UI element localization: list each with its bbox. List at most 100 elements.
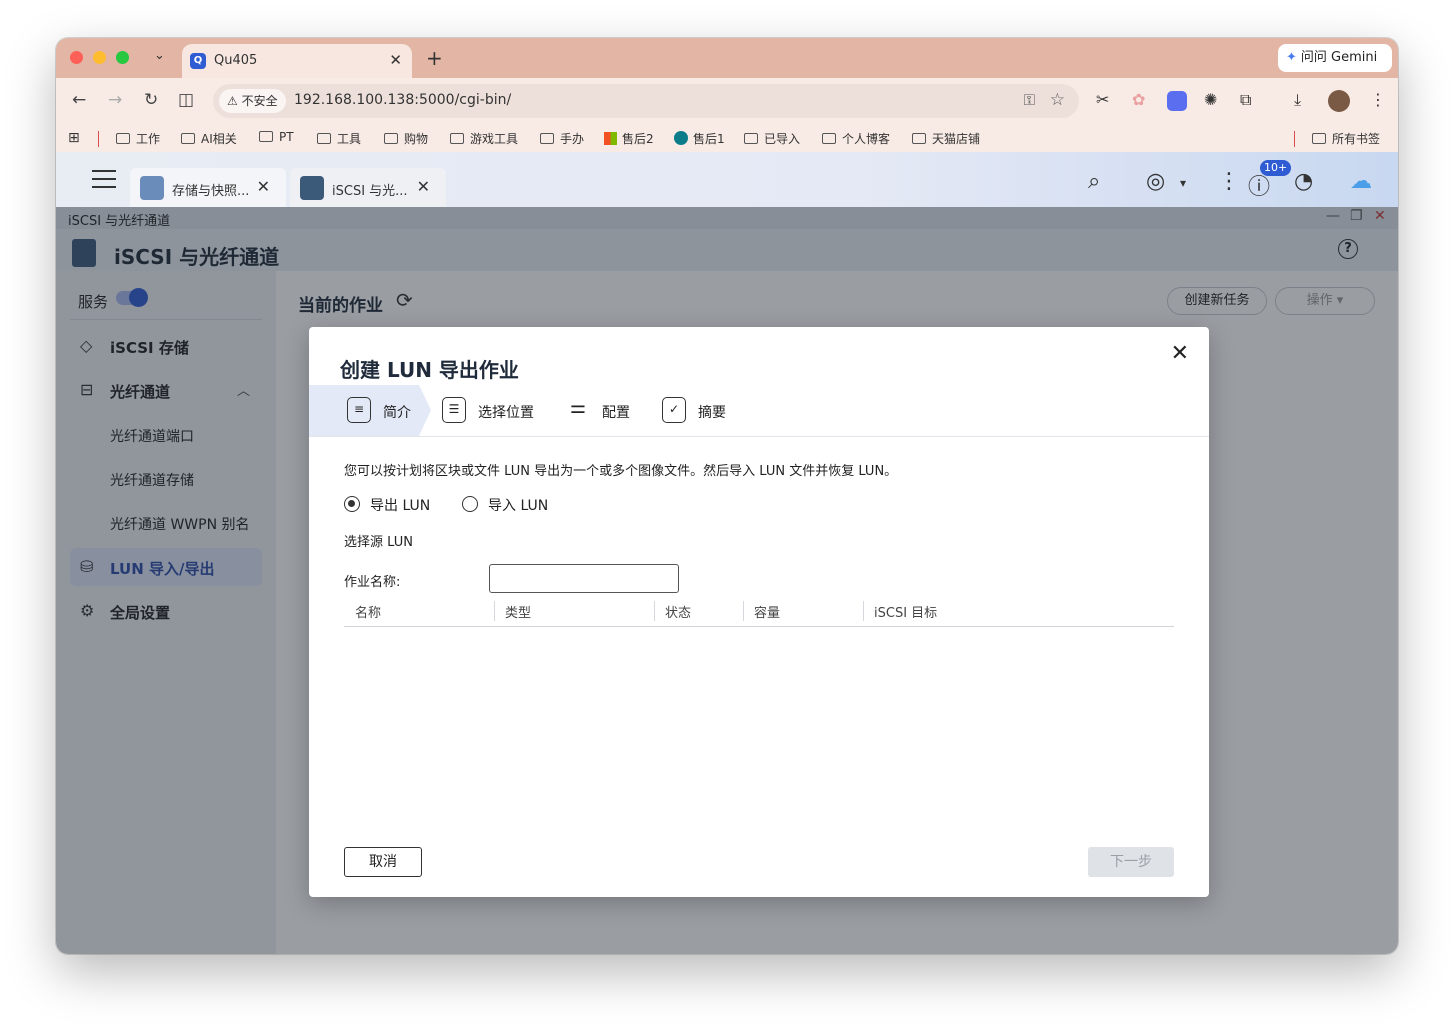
bookmark-folder[interactable]: PT bbox=[259, 130, 294, 144]
active-step-arrow bbox=[419, 385, 431, 436]
download-icon[interactable]: ⤓ bbox=[1294, 90, 1301, 110]
step-label: 简介 bbox=[383, 405, 411, 421]
resource-monitor-icon[interactable]: ◔ bbox=[1294, 169, 1313, 194]
bookmark-label: 游戏工具 bbox=[470, 132, 519, 146]
tab-search-chevron-icon[interactable]: ⌄ bbox=[154, 48, 165, 63]
bookmark-link[interactable]: 售后2 bbox=[604, 130, 654, 147]
chevron-down-icon[interactable]: ▾ bbox=[1180, 176, 1186, 190]
bookmark-link[interactable]: 售后1 bbox=[674, 130, 725, 147]
qnap-topbar: 存储与快照... ✕ iSCSI 与光... ✕ ⌕ ◎ ▾ ⋮ ⓘ 10+ ◔… bbox=[56, 152, 1398, 207]
forward-arrow-icon[interactable]: → bbox=[108, 90, 122, 110]
apps-grid-icon[interactable]: ⊞ bbox=[68, 130, 80, 146]
password-key-icon[interactable]: ⚿ bbox=[1024, 91, 1035, 109]
close-tab-icon[interactable]: ✕ bbox=[389, 51, 402, 69]
dialog-title: 创建 LUN 导出作业 bbox=[340, 358, 519, 382]
close-tab-icon[interactable]: ✕ bbox=[257, 177, 270, 196]
security-label: 不安全 bbox=[241, 94, 278, 108]
more-options-icon[interactable]: ⋮ bbox=[1218, 169, 1240, 194]
folder-icon bbox=[259, 131, 273, 142]
bookmark-folder[interactable]: 工作 bbox=[116, 130, 160, 147]
security-indicator[interactable]: ⚠ 不安全 bbox=[219, 89, 286, 113]
bookmarks-bar: ⊞ 工作 AI相关 PT 工具 购物 游戏工具 手办 售后2 售后1 已导入 个… bbox=[56, 124, 1398, 152]
bookmark-folder[interactable]: 天猫店铺 bbox=[912, 130, 980, 147]
openai-extension-icon[interactable]: ✺ bbox=[1204, 90, 1217, 109]
minimize-window-button[interactable] bbox=[93, 51, 106, 64]
split-view-icon[interactable]: ◫ bbox=[178, 90, 194, 110]
radio-circle[interactable] bbox=[462, 496, 478, 512]
notification-badge: 10+ bbox=[1260, 160, 1292, 176]
extension-icon[interactable]: ✿ bbox=[1132, 90, 1145, 109]
sliders-icon: ⚌ bbox=[569, 397, 587, 418]
storage-app-icon bbox=[140, 176, 164, 200]
next-button[interactable]: 下一步 bbox=[1088, 847, 1174, 877]
search-icon[interactable]: ⌕ bbox=[1088, 169, 1100, 194]
column-divider bbox=[494, 601, 495, 621]
document-icon: ≡ bbox=[347, 397, 371, 423]
bookmark-folder[interactable]: AI相关 bbox=[181, 130, 237, 147]
bookmark-label: PT bbox=[279, 130, 294, 144]
column-header-type[interactable]: 类型 bbox=[505, 602, 531, 621]
extensions-puzzle-icon[interactable]: ⧉ bbox=[1240, 90, 1251, 110]
all-bookmarks-folder[interactable]: 所有书签 bbox=[1312, 130, 1380, 147]
profile-avatar[interactable] bbox=[1328, 90, 1350, 112]
bookmark-folder[interactable]: 购物 bbox=[384, 130, 428, 147]
bookmark-label: 手办 bbox=[560, 132, 585, 146]
close-tab-icon[interactable]: ✕ bbox=[417, 177, 430, 196]
bookmark-label: 已导入 bbox=[764, 132, 801, 146]
user-account-icon[interactable]: ◎ bbox=[1146, 169, 1165, 194]
radio-label: 导入 LUN bbox=[488, 498, 549, 514]
close-window-button[interactable] bbox=[70, 51, 83, 64]
gemini-sparkle-icon: ✦ bbox=[1286, 50, 1297, 65]
bookmark-folder[interactable]: 已导入 bbox=[744, 130, 800, 147]
radio-label: 导出 LUN bbox=[370, 498, 431, 514]
column-header-iscsi-target[interactable]: iSCSI 目标 bbox=[874, 602, 937, 621]
ask-gemini-button[interactable]: ✦ 问问 Gemini bbox=[1278, 44, 1392, 72]
bookmark-star-icon[interactable]: ☆ bbox=[1050, 90, 1065, 110]
address-bar[interactable]: ⚠ 不安全 192.168.100.138:5000/cgi-bin/ ⚿ ☆ bbox=[213, 84, 1079, 118]
folder-icon bbox=[450, 133, 464, 144]
column-header-status[interactable]: 状态 bbox=[665, 602, 691, 621]
bookmarks-divider bbox=[1294, 131, 1295, 147]
qnap-tab-iscsi[interactable]: iSCSI 与光... ✕ bbox=[290, 168, 446, 207]
sharepoint-icon bbox=[674, 131, 688, 145]
clipboard-check-icon: ✓ bbox=[662, 397, 686, 423]
folder-icon bbox=[822, 133, 836, 144]
bookmark-label: 天猫店铺 bbox=[932, 132, 981, 146]
column-header-name[interactable]: 名称 bbox=[355, 602, 381, 621]
bookmark-folder[interactable]: 手办 bbox=[540, 130, 584, 147]
job-name-label: 作业名称: bbox=[344, 575, 401, 590]
bookmark-folder[interactable]: 工具 bbox=[317, 130, 361, 147]
bookmark-folder[interactable]: 个人博客 bbox=[822, 130, 890, 147]
step-label: 摘要 bbox=[698, 405, 726, 421]
screenshot-extension-icon[interactable]: ✂ bbox=[1096, 90, 1109, 109]
column-header-capacity[interactable]: 容量 bbox=[754, 602, 780, 621]
reload-icon[interactable]: ↻ bbox=[144, 90, 158, 110]
folder-icon bbox=[317, 133, 331, 144]
qnap-tab-storage[interactable]: 存储与快照... ✕ bbox=[130, 168, 286, 207]
video-extension-icon[interactable] bbox=[1167, 91, 1187, 111]
close-icon[interactable]: ✕ bbox=[1171, 341, 1189, 366]
qnap-tab-label: iSCSI 与光... bbox=[332, 184, 408, 199]
wizard-steps: ≡ 简介 ☰ 选择位置 ⚌ 配置 ✓ 摘要 bbox=[309, 385, 1209, 437]
bookmark-label: 个人博客 bbox=[842, 132, 891, 146]
bookmark-label: 购物 bbox=[404, 132, 429, 146]
browser-menu-icon[interactable]: ⋮ bbox=[1370, 90, 1386, 109]
browser-tab[interactable]: Q Qu405 ✕ bbox=[182, 44, 412, 78]
back-arrow-icon[interactable]: ← bbox=[72, 90, 86, 110]
radio-circle[interactable] bbox=[344, 496, 360, 512]
zoom-window-button[interactable] bbox=[116, 51, 129, 64]
cancel-button[interactable]: 取消 bbox=[344, 847, 422, 877]
main-menu-icon[interactable] bbox=[92, 170, 116, 188]
job-name-input[interactable] bbox=[489, 564, 679, 593]
cloud-icon[interactable]: ☁ bbox=[1350, 169, 1372, 194]
select-source-lun-label: 选择源 LUN bbox=[344, 535, 413, 550]
qnap-favicon-icon: Q bbox=[190, 53, 206, 69]
lun-table-header: 名称 类型 状态 容量 iSCSI 目标 bbox=[344, 597, 1174, 627]
microsoft-logo-icon bbox=[604, 132, 617, 145]
bookmark-label: AI相关 bbox=[201, 132, 237, 146]
column-divider bbox=[863, 601, 864, 621]
url-text[interactable]: 192.168.100.138:5000/cgi-bin/ bbox=[294, 92, 511, 108]
step-label: 配置 bbox=[602, 405, 630, 421]
bookmark-folder[interactable]: 游戏工具 bbox=[450, 130, 518, 147]
new-tab-button[interactable]: + bbox=[426, 46, 443, 70]
